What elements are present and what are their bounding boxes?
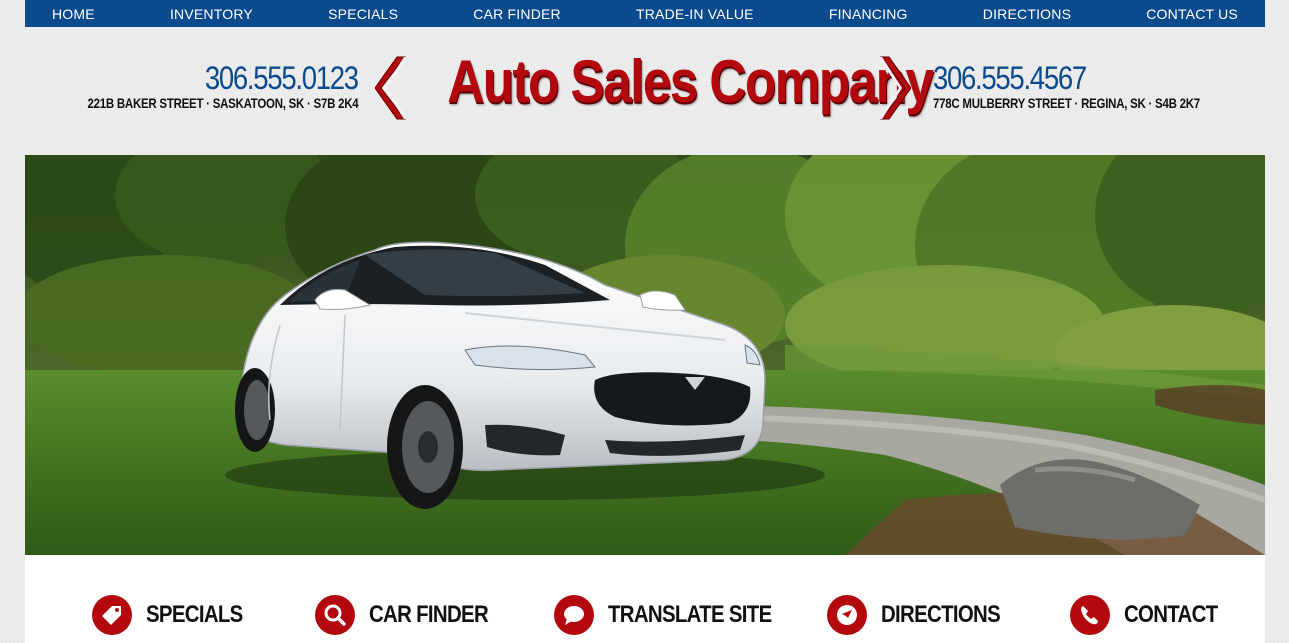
nav-trade-in-value[interactable]: TRADE-IN VALUE	[636, 6, 754, 22]
quick-link-car-finder[interactable]: CAR FINDER	[315, 595, 509, 635]
address-saskatoon: 221B BAKER STREET · SASKATOON, SK · S7B …	[87, 95, 358, 111]
hero-car-image	[25, 155, 1265, 555]
brand-logo[interactable]: Auto Sales Company	[375, 48, 934, 125]
search-icon	[315, 595, 355, 635]
nav-specials[interactable]: SPECIALS	[328, 6, 398, 22]
quick-link-label: CAR FINDER	[369, 601, 489, 628]
quick-link-contact[interactable]: CONTACT	[1070, 595, 1234, 635]
tag-icon	[92, 595, 132, 635]
nav-contact-us[interactable]: CONTACT US	[1146, 6, 1238, 22]
quick-link-label: CONTACT	[1124, 601, 1218, 628]
nav-car-finder[interactable]: CAR FINDER	[473, 6, 561, 22]
quick-link-label: SPECIALS	[146, 601, 243, 628]
left-chevron-icon	[375, 56, 408, 120]
phone-number-saskatoon[interactable]: 306.555.0123	[205, 61, 359, 95]
location-regina: 306.555.4567 778C MULBERRY STREET · REGI…	[933, 61, 1259, 111]
right-chevron-icon	[878, 56, 911, 120]
address-regina: 778C MULBERRY STREET · REGINA, SK · S4B …	[933, 95, 1200, 111]
nav-financing[interactable]: FINANCING	[829, 6, 908, 22]
quick-link-label: DIRECTIONS	[881, 601, 1001, 628]
site-header: 306.555.0123 221B BAKER STREET · SASKATO…	[0, 27, 1289, 155]
nav-inventory[interactable]: INVENTORY	[170, 6, 253, 22]
hero-banner	[25, 155, 1265, 555]
quick-link-directions[interactable]: DIRECTIONS	[827, 595, 1021, 635]
main-nav: HOME INVENTORY SPECIALS CAR FINDER TRADE…	[25, 0, 1265, 27]
nav-directions[interactable]: DIRECTIONS	[983, 6, 1071, 22]
phone-icon	[1070, 595, 1110, 635]
chat-bubble-icon	[554, 595, 594, 635]
quick-link-specials[interactable]: SPECIALS	[92, 595, 260, 635]
brand-name: Auto Sales Company	[447, 48, 934, 115]
quick-link-translate-site[interactable]: TRANSLATE SITE	[554, 595, 800, 635]
nav-home[interactable]: HOME	[52, 6, 95, 22]
quick-link-label: TRANSLATE SITE	[608, 601, 772, 628]
location-saskatoon: 306.555.0123 221B BAKER STREET · SASKATO…	[28, 61, 359, 111]
quick-links-bar: SPECIALS CAR FINDER TRANSLATE SITE DIREC…	[25, 555, 1265, 643]
compass-icon	[827, 595, 867, 635]
phone-number-regina[interactable]: 306.555.4567	[933, 61, 1087, 95]
